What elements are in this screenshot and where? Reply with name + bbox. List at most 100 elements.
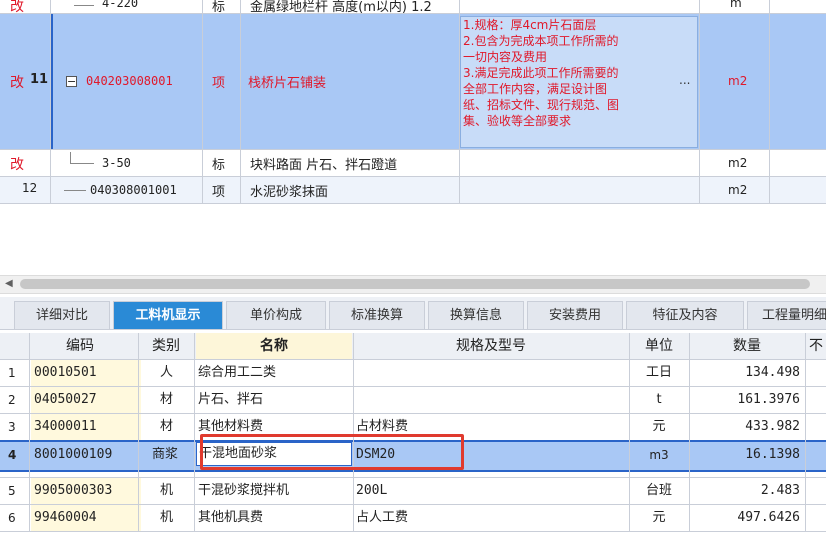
divider	[0, 13, 826, 14]
item-unit: m	[730, 0, 742, 10]
item-code: 4-220	[102, 0, 139, 10]
divider	[699, 0, 700, 204]
resource-category: 材	[160, 419, 174, 434]
resource-spec[interactable]: 占人工费	[356, 505, 408, 531]
item-type: 标	[212, 158, 226, 173]
resource-category: 机	[160, 483, 174, 498]
tree-line	[70, 163, 94, 164]
divider	[0, 203, 826, 204]
resource-qty[interactable]: 134.498	[690, 360, 800, 386]
resource-code[interactable]: 9905000303	[31, 478, 141, 504]
divider	[0, 477, 826, 478]
resource-qty[interactable]: 2.483	[690, 478, 800, 504]
col-header-code[interactable]: 编码	[30, 333, 130, 359]
tab-unit-price[interactable]: 单价构成	[226, 301, 326, 329]
table-row[interactable]: 改 4-220 标 金属绿地栏杆 高度(m以内) 1.2 m	[0, 0, 826, 15]
col-header-category[interactable]: 类别	[139, 333, 193, 359]
item-type: 项	[212, 76, 226, 91]
resource-code[interactable]: 99460004	[31, 505, 141, 531]
divider	[0, 176, 826, 177]
resource-category: 机	[160, 510, 174, 525]
tab-install-cost[interactable]: 安装费用	[527, 301, 623, 329]
resource-name[interactable]: 综合用工二类	[198, 360, 276, 386]
tab-conversion-info[interactable]: 换算信息	[428, 301, 524, 329]
col-header-extra[interactable]: 不	[806, 333, 826, 359]
resource-code[interactable]: 34000011	[31, 414, 141, 440]
divider	[353, 333, 354, 532]
item-code: 040308001001	[90, 183, 177, 197]
item-unit: m2	[728, 183, 748, 197]
divider	[0, 531, 826, 532]
resource-qty[interactable]: 497.6426	[690, 505, 800, 531]
divider	[0, 386, 826, 387]
item-code: 3-50	[102, 156, 131, 170]
table-row[interactable]: 6 99460004 机 其他机具费 占人工费 元 497.6426	[0, 505, 826, 531]
item-name: 水泥砂浆抹面	[250, 185, 329, 200]
row-index: 2	[8, 393, 16, 407]
table-row[interactable]: 1 00010501 人 综合用工二类 工日 134.498	[0, 360, 826, 386]
resource-name[interactable]: 干混砂浆搅拌机	[198, 478, 289, 504]
resource-grid: 编码 类别 名称 规格及型号 单位 数量 不 1 00010501 人 综合用工…	[0, 333, 826, 538]
item-unit: m2	[728, 156, 748, 170]
detail-tabs: 详细对比 工料机显示 单价构成 标准换算 换算信息 安装费用 特征及内容 工程量…	[0, 297, 826, 330]
tab-labor-material-machine[interactable]: 工料机显示	[113, 301, 223, 329]
divider	[805, 333, 806, 532]
divider	[0, 149, 826, 150]
tab-standard-conversion[interactable]: 标准换算	[329, 301, 425, 329]
modified-mark: 改	[10, 157, 24, 173]
resource-category: 商浆	[152, 447, 179, 462]
highlight-annotation-box	[200, 434, 464, 470]
resource-name[interactable]: 其他机具费	[198, 505, 263, 531]
divider	[629, 333, 630, 532]
scroll-left-icon[interactable]: ◀	[5, 278, 13, 289]
divider	[0, 504, 826, 505]
row-index: 3	[8, 420, 16, 434]
feature-line: 纸、招标文件、现行规范、图	[463, 98, 620, 112]
feature-line: 1.规格：厚4cm片石面层	[463, 18, 597, 32]
resource-qty[interactable]: 433.982	[690, 414, 800, 440]
resource-unit: 台班	[645, 483, 672, 498]
item-unit: m2	[728, 74, 748, 88]
divider	[689, 333, 690, 532]
divider	[459, 0, 460, 204]
resource-code[interactable]: 8001000109	[31, 442, 141, 468]
divider	[194, 333, 195, 532]
resource-unit: 元	[652, 510, 666, 525]
more-button[interactable]: ...	[679, 73, 690, 87]
scrollbar-thumb[interactable]	[20, 279, 810, 289]
row-index: 4	[8, 448, 17, 462]
row-number: 12	[22, 181, 38, 195]
table-row[interactable]: 2 04050027 材 片石、拌石 t 161.3976	[0, 387, 826, 413]
item-name: 块料路面 片石、拌石蹬道	[250, 158, 398, 173]
modified-mark: 改	[10, 75, 24, 91]
tree-line	[64, 190, 86, 191]
row-index: 5	[8, 484, 16, 498]
resource-code[interactable]: 00010501	[31, 360, 141, 386]
table-row[interactable]: 5 9905000303 机 干混砂浆搅拌机 200L 台班 2.483	[0, 478, 826, 504]
divider	[50, 0, 51, 204]
item-code: 040203008001	[86, 74, 173, 88]
item-feature-description[interactable]: 1.规格：厚4cm片石面层 2.包含为完成本项工作所需的 一切内容及费用 3.满…	[460, 16, 698, 148]
resource-spec[interactable]: 200L	[356, 478, 387, 504]
divider	[138, 333, 139, 532]
tab-detail-compare[interactable]: 详细对比	[14, 301, 110, 329]
horizontal-scrollbar[interactable]: ◀	[0, 275, 826, 294]
feature-line: 集、验收等全部要求	[463, 114, 572, 128]
row-index: 1	[8, 366, 16, 380]
resource-qty[interactable]: 161.3976	[690, 387, 800, 413]
resource-category: 人	[160, 365, 174, 380]
bill-items-table: 改 4-220 标 金属绿地栏杆 高度(m以内) 1.2 m 改 11 − 04…	[0, 0, 826, 205]
col-header-qty[interactable]: 数量	[690, 333, 804, 359]
col-header-unit[interactable]: 单位	[630, 333, 688, 359]
resource-qty[interactable]: 16.1398	[690, 442, 800, 468]
resource-unit: m3	[649, 448, 669, 462]
collapse-toggle-icon[interactable]: −	[66, 76, 77, 87]
col-header-spec[interactable]: 规格及型号	[354, 333, 628, 359]
resource-code[interactable]: 04050027	[31, 387, 141, 413]
resource-name[interactable]: 片石、拌石	[198, 387, 263, 413]
tab-features[interactable]: 特征及内容	[626, 301, 744, 329]
tab-quantity-detail[interactable]: 工程量明细	[747, 301, 826, 329]
col-header-name[interactable]: 名称	[196, 333, 352, 359]
divider	[29, 333, 30, 532]
resource-unit: 元	[652, 419, 666, 434]
